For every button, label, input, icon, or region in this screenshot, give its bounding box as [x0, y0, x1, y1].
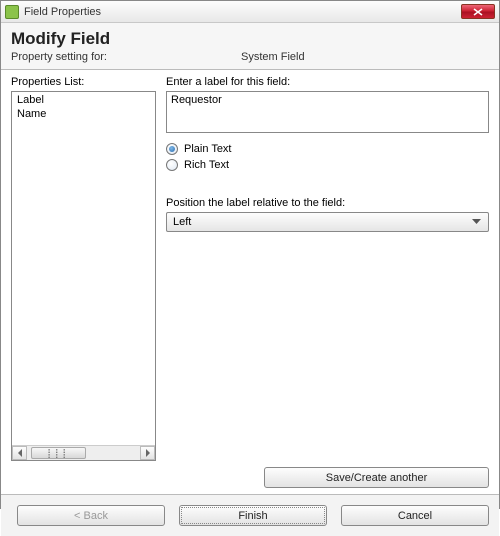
scrollbar-track[interactable]: ⡇⡇⡇ — [27, 446, 140, 460]
list-item[interactable]: Label — [13, 93, 154, 107]
radio-icon — [166, 143, 178, 155]
cancel-button-label: Cancel — [398, 510, 432, 522]
list-item[interactable]: Name — [13, 107, 154, 121]
property-setting-label: Property setting for: — [11, 51, 241, 63]
properties-listbox[interactable]: Label Name ⡇⡇⡇ — [11, 91, 156, 461]
scroll-left-arrow[interactable] — [12, 446, 27, 460]
dialog-footer: < Back Finish Cancel — [1, 494, 499, 536]
save-row: Save/Create another — [1, 465, 499, 494]
rich-text-radio[interactable]: Rich Text — [166, 159, 489, 171]
property-setting-value: System Field — [241, 51, 305, 63]
horizontal-scrollbar[interactable]: ⡇⡇⡇ — [12, 445, 155, 460]
scrollbar-thumb[interactable]: ⡇⡇⡇ — [31, 447, 86, 459]
close-button[interactable] — [461, 4, 495, 19]
plain-text-label: Plain Text — [184, 143, 232, 155]
cancel-button[interactable]: Cancel — [341, 505, 489, 526]
radio-icon — [166, 159, 178, 171]
rich-text-label: Rich Text — [184, 159, 229, 171]
chevron-right-icon — [145, 449, 151, 457]
save-create-another-button[interactable]: Save/Create another — [264, 467, 489, 488]
main-body: Properties List: Label Name ⡇⡇⡇ Enter a … — [1, 70, 499, 465]
app-icon — [5, 5, 19, 19]
position-select[interactable]: Left — [166, 212, 489, 232]
text-format-group: Plain Text Rich Text — [166, 143, 489, 175]
finish-button-label: Finish — [238, 510, 267, 522]
window-title: Field Properties — [24, 6, 461, 18]
position-select-value: Left — [173, 216, 191, 228]
page-title: Modify Field — [11, 29, 489, 49]
close-icon — [473, 8, 483, 16]
label-input[interactable] — [166, 91, 489, 133]
position-prompt: Position the label relative to the field… — [166, 197, 489, 209]
title-bar: Field Properties — [1, 1, 499, 23]
dialog-header: Modify Field Property setting for: Syste… — [1, 23, 499, 70]
finish-button[interactable]: Finish — [179, 505, 327, 526]
properties-list-label: Properties List: — [11, 76, 156, 88]
chevron-left-icon — [17, 449, 23, 457]
field-editor-panel: Enter a label for this field: Plain Text… — [166, 76, 489, 461]
scroll-right-arrow[interactable] — [140, 446, 155, 460]
plain-text-radio[interactable]: Plain Text — [166, 143, 489, 155]
properties-panel: Properties List: Label Name ⡇⡇⡇ — [11, 76, 156, 461]
back-button-label: < Back — [74, 510, 108, 522]
label-prompt: Enter a label for this field: — [166, 76, 489, 88]
chevron-down-icon — [468, 216, 484, 228]
back-button[interactable]: < Back — [17, 505, 165, 526]
